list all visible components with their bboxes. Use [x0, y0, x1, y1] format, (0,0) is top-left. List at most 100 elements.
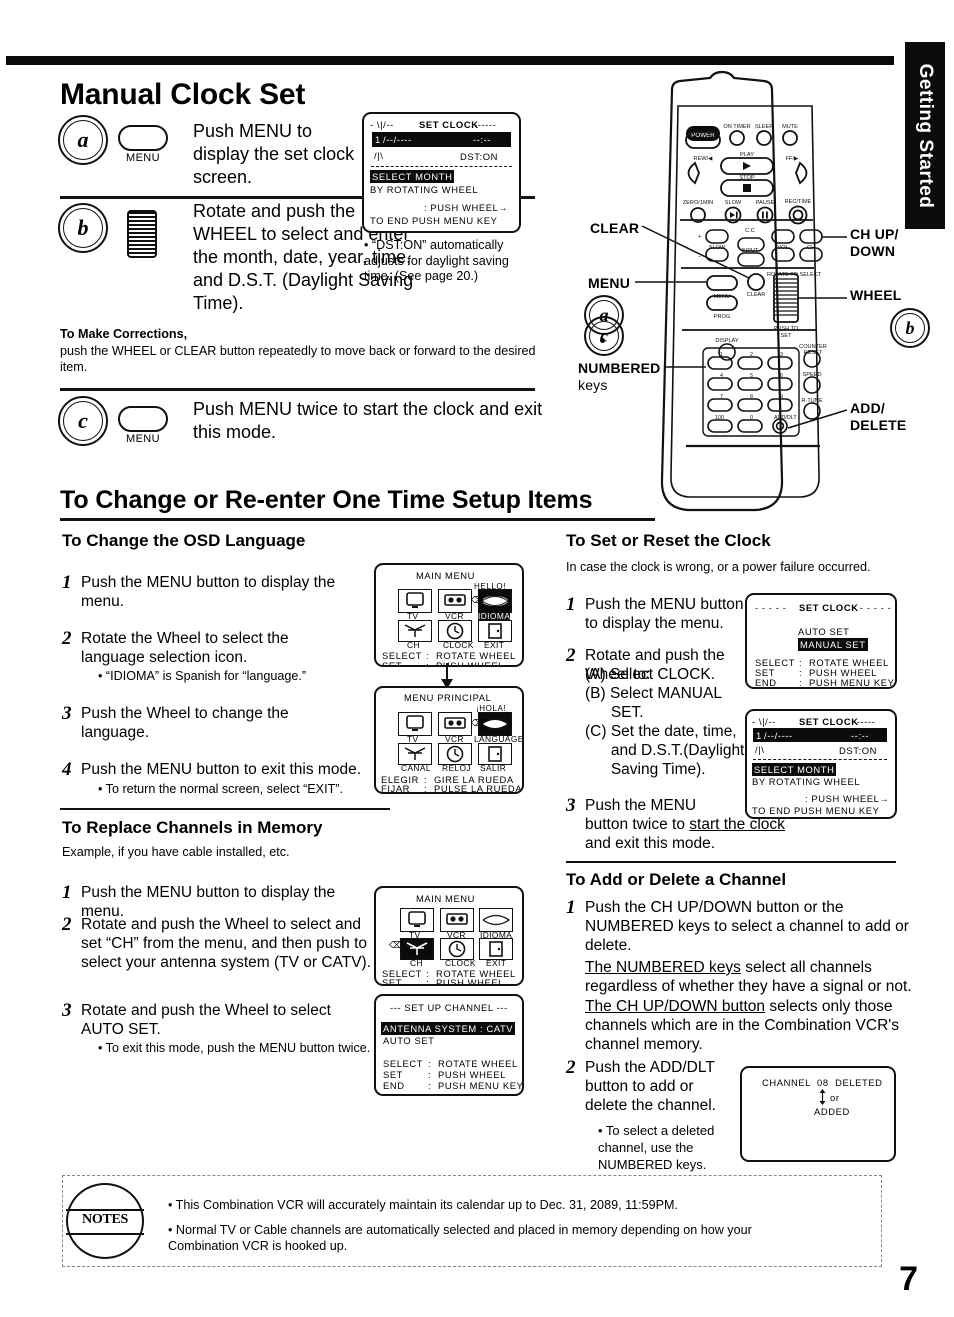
osd-cm-or: or	[830, 1092, 840, 1103]
svg-text:PROG: PROG	[714, 314, 730, 320]
osd-highlight-select-month: SELECT MONTH	[370, 170, 455, 183]
osd-mm-title: MAIN MENU	[416, 570, 476, 581]
svg-text:PUSH TO: PUSH TO	[774, 326, 799, 332]
icon-tv-ch	[400, 908, 434, 932]
osd-dash-left: - \|/--	[370, 119, 394, 130]
callout-ch-updown-1: CH UP/	[850, 226, 899, 242]
osd-line2: BY ROTATING WHEEL	[370, 184, 479, 195]
dst-note: • “DST:ON” automatically adjusts for day…	[364, 238, 509, 283]
osd-main-menu-en: MAIN MENU HELLO! TV VCR IDIOMA ⌫ CH CLOC…	[374, 563, 524, 667]
step-text-2d: Push the ADD/DLT button to add or delete…	[585, 1059, 716, 1114]
osd-suc-k3: END	[383, 1080, 405, 1091]
step-sub-2c-f: Saving Time).	[585, 761, 706, 778]
osd-scm2-sun: /|\	[755, 744, 765, 755]
osd-main-menu-es: MENU PRINCIPAL ¡HOLA! TV VCR LANGUAGE ⌫ …	[374, 686, 524, 794]
osd-suc-s3: :	[428, 1080, 432, 1091]
svg-text:SLOW: SLOW	[725, 200, 742, 206]
osd-suc-s1: :	[428, 1058, 432, 1069]
osd-scm2-dash-right: ------	[853, 716, 876, 727]
label-exit: EXIT	[484, 640, 505, 650]
osd-line3: : PUSH WHEEL→	[424, 202, 509, 213]
step-num-1d: 1	[566, 897, 576, 918]
osd-suc-v2: PUSH WHEEL	[438, 1069, 506, 1080]
page-number: 7	[899, 1260, 918, 1298]
step-num-2d: 2	[566, 1057, 576, 1078]
step-num-3a: 3	[62, 703, 72, 724]
osd-cm-line1: CHANNEL 08 DELETED	[762, 1077, 883, 1088]
label-ch-selected: CH	[410, 958, 423, 968]
heading-add-delete-channel: To Add or Delete a Channel	[566, 870, 787, 889]
svg-text:5: 5	[750, 373, 753, 379]
callout-wheel: WHEEL	[850, 287, 902, 303]
icon-clock-ch	[440, 938, 474, 960]
osd-suc-title: --- SET UP CHANNEL ---	[390, 1002, 508, 1013]
osd-value-month: 1	[375, 134, 381, 145]
label-salir-es: SALIR	[480, 763, 507, 773]
osd-main-menu-ch: MAIN MENU TV VCR IDIOMA ⌫ CH CLOCK EXIT …	[374, 886, 524, 986]
label-ch: CH	[407, 640, 420, 650]
section-change-title: To Change or Re-enter One Time Setup Ite…	[60, 486, 593, 514]
svg-text:100: 100	[715, 415, 724, 421]
step-sub-2c-d: (C) Set the date, time,	[585, 723, 737, 740]
step-text-2a: Rotate the Wheel to select the language …	[81, 630, 289, 666]
svg-text:DISPLAY: DISPLAY	[715, 338, 738, 344]
icon-exit	[478, 620, 512, 642]
osd-sca-v3: PUSH MENU KEY	[809, 677, 895, 688]
callout-menu: MENU	[588, 275, 631, 291]
osd-value-rest: /--/----	[383, 134, 412, 145]
heading-osd-language: To Change the OSD Language	[62, 531, 306, 550]
osd-channel-message: CHANNEL 08 DELETED or ADDED	[740, 1066, 896, 1162]
osd-scm2-highlight: SELECT MONTH	[752, 763, 837, 776]
osd-set-clock-manual: - \|/-- SET CLOCK ------ 1 /--/---- --:-…	[362, 112, 521, 233]
step-num-1b: 1	[62, 882, 72, 903]
osd-suc-v3: PUSH MENU KEY	[438, 1080, 524, 1091]
marker-b: b	[58, 203, 108, 253]
divider-5	[566, 861, 896, 864]
svg-text:8: 8	[750, 394, 753, 400]
svg-text:2: 2	[750, 352, 753, 358]
osd-sca-auto: AUTO SET	[798, 626, 850, 637]
page-title: Manual Clock Set	[60, 78, 306, 111]
svg-text:VOL: VOL	[777, 245, 788, 251]
svg-text:+: +	[698, 234, 701, 240]
note-item-2: • Normal TV or Cable channels are automa…	[168, 1223, 752, 1253]
remote-marker-c-letter: c	[600, 325, 608, 346]
osd-line4: TO END PUSH MENU KEY	[370, 215, 498, 226]
up-down-arrow-icon	[819, 1089, 826, 1105]
osd-suc-highlight: ANTENNA SYSTEM : CATV	[381, 1022, 516, 1035]
label-clock-ch: CLOCK	[445, 958, 476, 968]
osd-scm2-time: --:--	[851, 730, 870, 741]
icon-salir-es	[478, 743, 512, 765]
step-text-1c: Push the MENU button to display the menu…	[585, 596, 744, 632]
svg-text:1: 1	[720, 352, 723, 358]
osd-dash-right: ------	[474, 119, 497, 130]
osd-sca-s3: :	[799, 677, 803, 688]
step-sub-2c-c: SET.	[585, 704, 644, 721]
menu-button-c: MENU	[118, 406, 168, 445]
osd-value-time: --:--	[473, 134, 492, 145]
osd-mmc-title: MAIN MENU	[416, 893, 476, 904]
osd-set-clock-auto: - - - - - SET CLOCK - - - - - - AUTO SET…	[745, 593, 897, 689]
svg-text:−: −	[698, 254, 701, 260]
step-text-1a: Push the MENU button to display the menu…	[81, 574, 336, 610]
menu-button-a: MENU	[118, 125, 168, 164]
osd-scm2-line4: TO END PUSH MENU KEY	[752, 805, 880, 816]
svg-text:0: 0	[750, 415, 753, 421]
step-bullet-3b: • To exit this mode, push the MENU butto…	[98, 1041, 371, 1055]
icon-clock	[438, 620, 472, 642]
svg-text:C.C: C.C	[745, 228, 755, 234]
svg-text:SET: SET	[781, 333, 792, 339]
label-clock: CLOCK	[443, 640, 474, 650]
svg-text:SLOW: SLOW	[709, 245, 726, 251]
osd-dashed-divider	[371, 166, 512, 167]
osd-scm2-dashed-divider	[753, 759, 887, 760]
osd-scm2-header: SET CLOCK	[799, 716, 859, 727]
svg-text:4: 4	[720, 373, 723, 379]
step-text-1d: Push the CH UP/DOWN button or the NUMBER…	[585, 899, 909, 954]
remote-marker-c: c	[584, 316, 624, 356]
osd-cm-line3: ADDED	[814, 1106, 850, 1117]
marker-a-letter: a	[77, 127, 89, 152]
step-num-2c: 2	[566, 645, 576, 666]
heading-set-reset-clock: To Set or Reset the Clock	[566, 531, 771, 550]
svg-text:9: 9	[780, 394, 783, 400]
